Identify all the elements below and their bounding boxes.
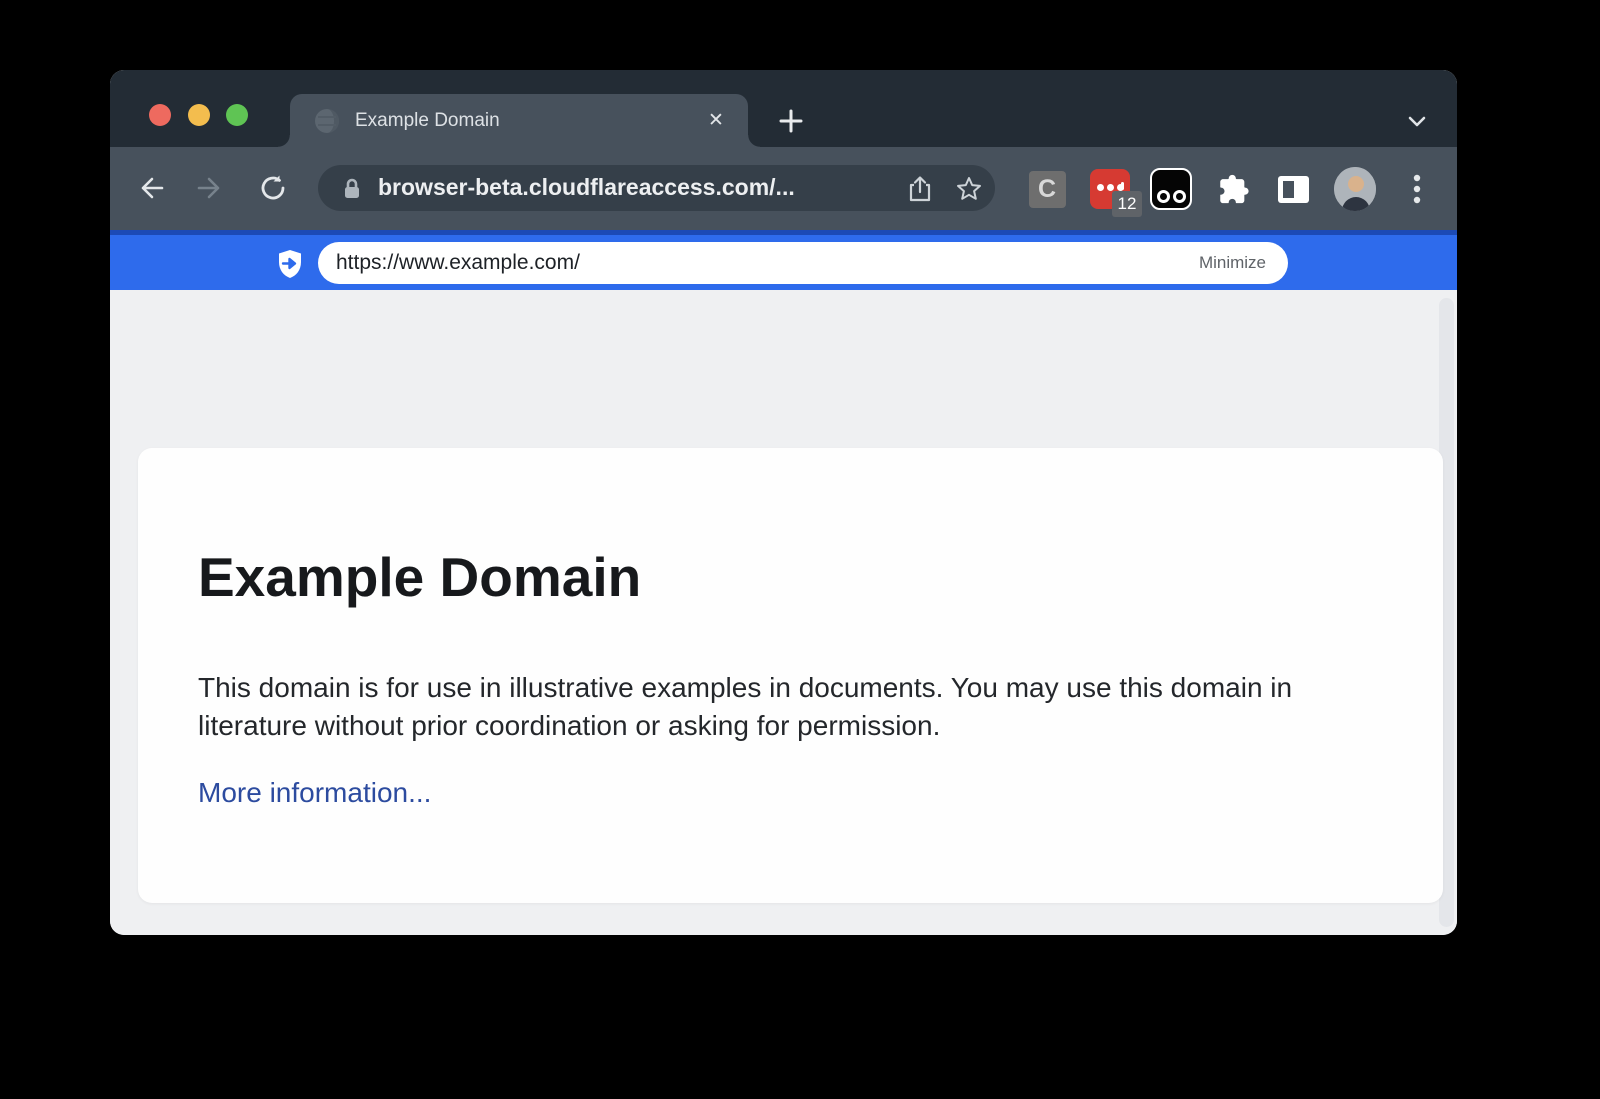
- bookmark-star-icon[interactable]: [955, 175, 983, 203]
- tick-icon: [1121, 182, 1124, 190]
- tab-strip: Example Domain ✕: [110, 70, 1457, 147]
- extension-c-icon[interactable]: C: [1026, 168, 1068, 210]
- maximize-window-button[interactable]: [226, 104, 248, 126]
- browser-window: Example Domain ✕: [110, 70, 1457, 935]
- browser-toolbar: browser-beta.cloudflareaccess.com/... C …: [110, 147, 1457, 230]
- profile-avatar[interactable]: [1334, 168, 1376, 210]
- example-domain-card: Example Domain This domain is for use in…: [138, 448, 1443, 903]
- address-bar-url[interactable]: browser-beta.cloudflareaccess.com/...: [378, 174, 795, 201]
- extension-camera-icon[interactable]: [1150, 168, 1192, 210]
- reload-button[interactable]: [251, 166, 295, 210]
- page-body-text: This domain is for use in illustrative e…: [198, 669, 1353, 745]
- minimize-window-button[interactable]: [188, 104, 210, 126]
- extension-password-icon[interactable]: 12: [1089, 168, 1131, 210]
- shield-icon: [276, 249, 304, 279]
- minimize-bar-button[interactable]: Minimize: [1199, 253, 1266, 273]
- share-icon[interactable]: [907, 175, 933, 203]
- isolation-url-text[interactable]: https://www.example.com/: [336, 251, 580, 275]
- browser-menu-icon[interactable]: [1396, 168, 1438, 210]
- back-button[interactable]: [128, 166, 172, 210]
- address-bar[interactable]: browser-beta.cloudflareaccess.com/...: [318, 165, 995, 211]
- extension-badge: 12: [1112, 191, 1142, 217]
- close-window-button[interactable]: [149, 104, 171, 126]
- side-panel-icon[interactable]: [1272, 168, 1314, 210]
- page-heading: Example Domain: [198, 546, 1443, 609]
- extensions-puzzle-icon[interactable]: [1212, 168, 1254, 210]
- isolation-url-input[interactable]: https://www.example.com/ Minimize: [318, 242, 1288, 284]
- page-viewport: Example Domain This domain is for use in…: [110, 290, 1457, 935]
- tab-search-chevron-icon[interactable]: [1395, 99, 1439, 143]
- lock-icon[interactable]: [342, 178, 362, 200]
- globe-favicon-icon: [314, 108, 340, 134]
- new-tab-button[interactable]: [769, 99, 813, 143]
- more-information-link[interactable]: More information...: [198, 777, 431, 809]
- dots-icon: [1097, 184, 1124, 191]
- browser-tab[interactable]: Example Domain ✕: [290, 94, 748, 147]
- tab-title: Example Domain: [355, 110, 500, 132]
- forward-button[interactable]: [189, 166, 233, 210]
- extension-c-label: C: [1029, 171, 1066, 208]
- tab-close-icon[interactable]: ✕: [702, 106, 730, 134]
- isolation-url-bar: https://www.example.com/ Minimize: [110, 230, 1457, 290]
